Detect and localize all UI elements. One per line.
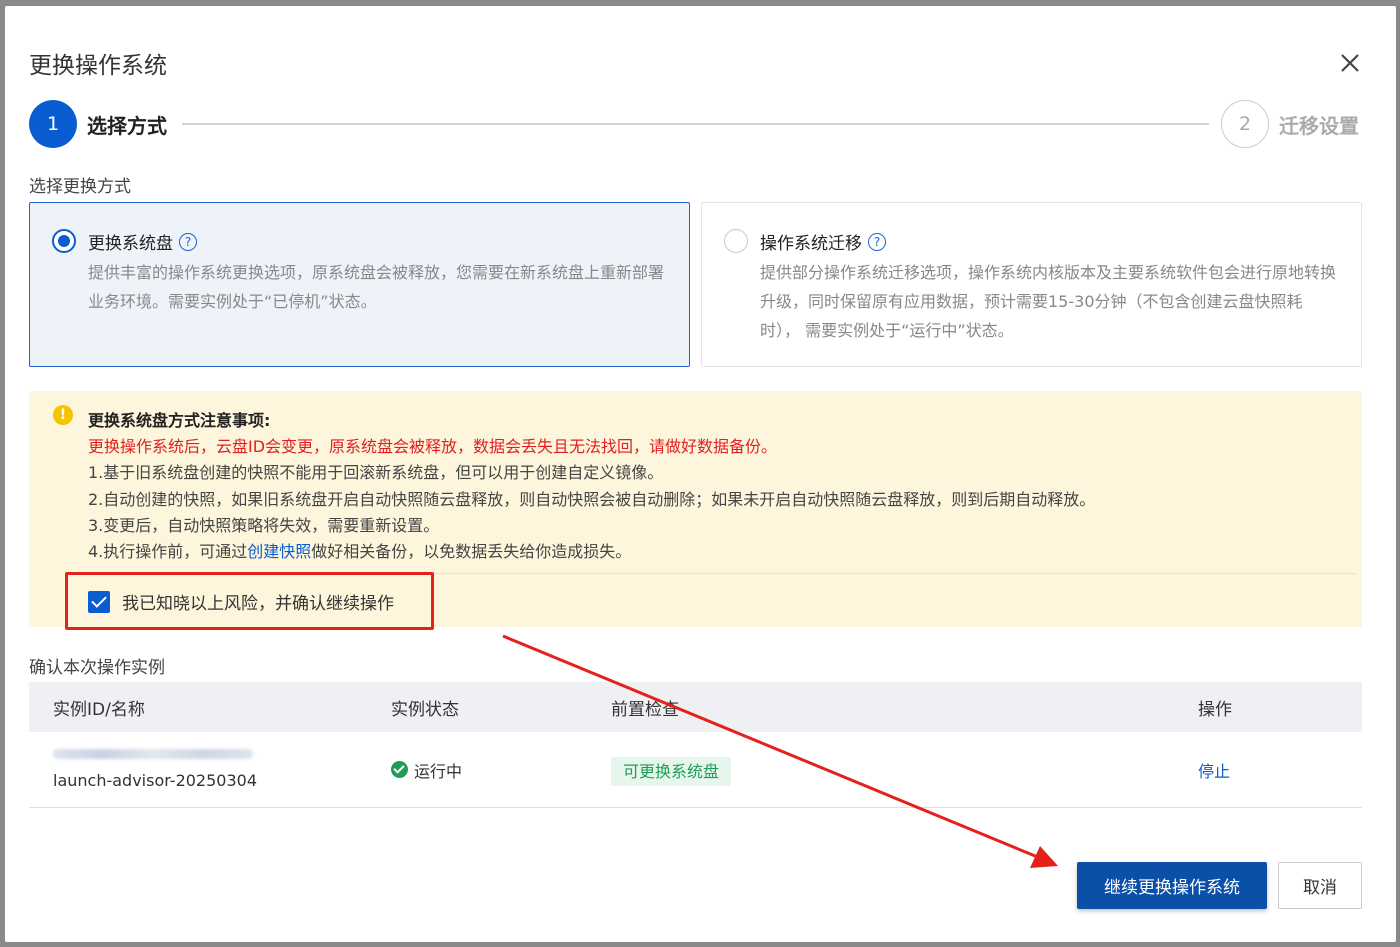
cancel-button[interactable]: 取消 (1278, 862, 1362, 909)
column-header: 前置检查 (611, 699, 679, 720)
option-replace-system-disk[interactable]: 更换系统盘 ? 提供丰富的操作系统更换选项，原系统盘会被释放，您需要在新系统盘上… (29, 202, 690, 367)
instance-status: 运行中 (391, 758, 462, 782)
column-header: 操作 (1198, 699, 1232, 720)
create-snapshot-link[interactable]: 创建快照 (247, 542, 311, 561)
table-row: launch-advisor-20250304 运行中 可更换系统盘 停止 (29, 732, 1362, 808)
option-title: 更换系统盘 ? (88, 229, 197, 254)
notice-title: 更换系统盘方式注意事项: (88, 411, 271, 430)
radio-os-migration[interactable] (724, 229, 748, 253)
change-os-dialog: 更换操作系统 1 选择方式 2 迁移设置 选择更换方式 更换系统盘 ? 提供丰富… (5, 6, 1396, 942)
instance-status-text: 运行中 (414, 761, 463, 781)
step-2-indicator: 2 (1221, 100, 1269, 148)
step-2-label: 迁移设置 (1279, 114, 1359, 138)
continue-change-os-button[interactable]: 继续更换操作系统 (1077, 862, 1267, 909)
instance-table: 实例ID/名称 实例状态 前置检查 操作 launch-advisor-2025… (29, 682, 1362, 808)
step-connector (182, 123, 1209, 125)
stop-instance-link[interactable]: 停止 (1198, 758, 1230, 782)
table-header: 实例ID/名称 实例状态 前置检查 操作 (29, 682, 1362, 732)
redacted-instance-id (53, 749, 253, 759)
check-circle-icon (391, 761, 408, 778)
notice-item: 1.基于旧系统盘创建的快照不能用于回滚新系统盘，但可以用于创建自定义镜像。 (88, 463, 664, 482)
radio-replace-system-disk[interactable] (52, 229, 76, 253)
annotation-highlight-box (65, 572, 434, 630)
option-title-text: 操作系统迁移 (760, 234, 862, 254)
step-1-label: 选择方式 (87, 114, 167, 138)
close-icon[interactable] (1335, 48, 1365, 78)
question-icon[interactable]: ? (179, 232, 197, 251)
step-1-indicator: 1 (29, 100, 77, 148)
instance-id-cell: launch-advisor-20250304 (53, 749, 257, 790)
notice-warning-text: 更换操作系统后，云盘ID会变更，原系统盘会被释放，数据会丢失且无法找回，请做好数… (88, 437, 778, 456)
column-header: 实例状态 (391, 699, 459, 720)
instance-name: launch-advisor-20250304 (53, 771, 258, 790)
notice-item-suffix: 做好相关备份，以免数据丢失给你造成损失。 (311, 542, 632, 561)
precheck-cell: 可更换系统盘 (611, 756, 732, 786)
option-description: 提供部分操作系统迁移选项，操作系统内核版本及主要系统软件包会进行原地转换升级，同… (760, 263, 1337, 340)
precheck-badge: 可更换系统盘 (611, 756, 732, 786)
instances-section-label: 确认本次操作实例 (29, 658, 165, 678)
column-header: 实例ID/名称 (53, 699, 145, 720)
warning-icon: ! (53, 405, 73, 425)
notice-item: 3.变更后，自动快照策略将失效，需要重新设置。 (88, 516, 440, 535)
option-title-text: 更换系统盘 (88, 234, 173, 254)
dialog-title: 更换操作系统 (29, 53, 167, 79)
method-section-label: 选择更换方式 (29, 177, 131, 197)
notice-item-prefix: 4.执行操作前，可通过 (88, 542, 248, 561)
notice-item: 4.执行操作前，可通过创建快照做好相关备份，以免数据丢失给你造成损失。 (88, 538, 631, 562)
question-icon[interactable]: ? (868, 232, 886, 251)
notice-item: 2.自动创建的快照，如果旧系统盘开启自动快照随云盘释放，则自动快照会被自动删除；… (88, 490, 1096, 509)
option-title: 操作系统迁移 ? (760, 229, 886, 254)
option-description: 提供丰富的操作系统更换选项，原系统盘会被释放，您需要在新系统盘上重新部署业务环境… (88, 263, 665, 311)
option-os-migration[interactable]: 操作系统迁移 ? 提供部分操作系统迁移选项，操作系统内核版本及主要系统软件包会进… (701, 202, 1362, 367)
